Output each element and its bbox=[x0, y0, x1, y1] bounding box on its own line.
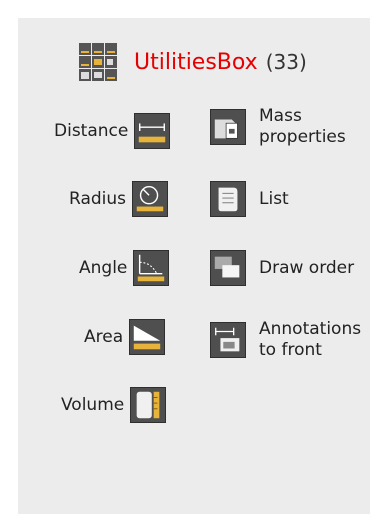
tool-list[interactable]: List bbox=[210, 181, 289, 217]
ruler-distance-icon[interactable] bbox=[134, 113, 171, 149]
utilities-panel: UtilitiesBox (33) Distance Radius Angle bbox=[18, 18, 370, 514]
area-icon[interactable] bbox=[129, 319, 166, 355]
tool-count: (33) bbox=[265, 50, 307, 74]
app-title: UtilitiesBox bbox=[134, 49, 258, 75]
tool-annotations-to-front[interactable]: Annotations to front bbox=[210, 319, 361, 361]
tool-distance[interactable]: Distance bbox=[54, 113, 171, 149]
angle-icon[interactable] bbox=[133, 250, 170, 286]
list-scroll-icon[interactable] bbox=[210, 181, 246, 217]
panel-header: UtilitiesBox (33) bbox=[78, 42, 307, 82]
tool-angle[interactable]: Angle bbox=[79, 250, 170, 286]
draw-order-icon[interactable] bbox=[210, 250, 246, 286]
tool-radius[interactable]: Radius bbox=[69, 181, 169, 217]
tool-annotations-to-front-label: Annotations to front bbox=[259, 319, 362, 360]
tool-mass-properties[interactable]: Mass properties bbox=[210, 106, 346, 148]
utilities-grid-icon bbox=[79, 43, 117, 81]
tool-radius-label: Radius bbox=[69, 188, 127, 209]
radius-icon[interactable] bbox=[132, 181, 169, 217]
tool-list-label: List bbox=[259, 188, 289, 209]
volume-icon[interactable] bbox=[130, 387, 167, 423]
annotations-to-front-icon[interactable] bbox=[210, 322, 246, 358]
mass-properties-icon[interactable] bbox=[210, 109, 246, 145]
tool-mass-properties-label: Mass properties bbox=[259, 106, 346, 147]
tool-draw-order[interactable]: Draw order bbox=[210, 250, 354, 286]
tool-area[interactable]: Area bbox=[84, 319, 166, 355]
tool-volume[interactable]: Volume bbox=[61, 387, 167, 423]
tool-volume-label: Volume bbox=[61, 394, 125, 415]
tool-draw-order-label: Draw order bbox=[259, 257, 355, 278]
tool-area-label: Area bbox=[84, 326, 124, 347]
tool-distance-label: Distance bbox=[54, 120, 129, 141]
tool-angle-label: Angle bbox=[79, 257, 128, 278]
